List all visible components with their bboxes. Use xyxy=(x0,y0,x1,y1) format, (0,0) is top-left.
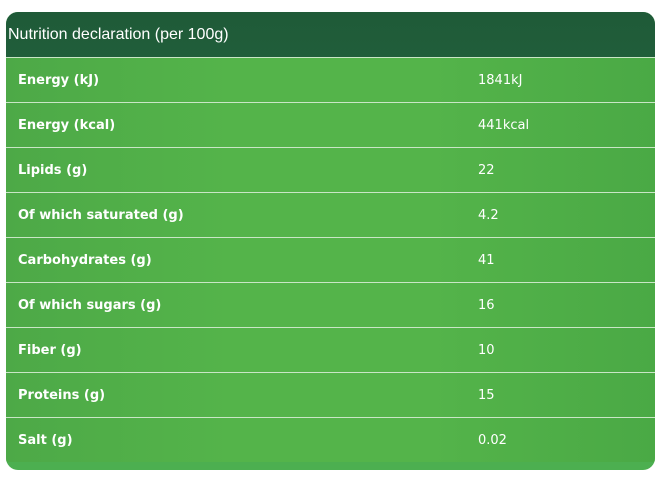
table-row: Of which sugars (g) 16 xyxy=(6,282,655,327)
row-label: Energy (kJ) xyxy=(18,72,100,88)
table-row: Lipids (g) 22 xyxy=(6,147,655,192)
row-value: 41 xyxy=(478,252,495,268)
row-label: Energy (kcal) xyxy=(18,117,116,133)
row-value: 22 xyxy=(478,162,495,178)
row-value: 15 xyxy=(478,387,495,403)
table-row: Fiber (g) 10 xyxy=(6,327,655,372)
row-value: 441kcal xyxy=(478,117,530,133)
row-value: 1841kJ xyxy=(478,72,523,88)
row-label: Salt (g) xyxy=(18,432,73,448)
table-row: Energy (kcal) 441kcal xyxy=(6,102,655,147)
table-header: Nutrition declaration (per 100g) xyxy=(6,12,655,57)
row-value: 10 xyxy=(478,342,495,358)
nutrition-table: Nutrition declaration (per 100g) Energy … xyxy=(6,12,655,470)
table-row: Energy (kJ) 1841kJ xyxy=(6,57,655,102)
row-value: 0.02 xyxy=(478,432,507,448)
table-title: Nutrition declaration (per 100g) xyxy=(8,25,229,43)
table-row: Carbohydrates (g) 41 xyxy=(6,237,655,282)
row-value: 4.2 xyxy=(478,207,499,223)
table-row: Salt (g) 0.02 xyxy=(6,417,655,462)
row-label: Proteins (g) xyxy=(18,387,106,403)
row-label: Lipids (g) xyxy=(18,162,88,178)
table-body: Energy (kJ) 1841kJ Energy (kcal) 441kcal… xyxy=(6,57,655,462)
row-label: Of which sugars (g) xyxy=(18,297,162,313)
table-row: Of which saturated (g) 4.2 xyxy=(6,192,655,237)
row-value: 16 xyxy=(478,297,495,313)
row-label: Of which saturated (g) xyxy=(18,207,184,223)
row-label: Carbohydrates (g) xyxy=(18,252,152,268)
row-label: Fiber (g) xyxy=(18,342,82,358)
table-row: Proteins (g) 15 xyxy=(6,372,655,417)
